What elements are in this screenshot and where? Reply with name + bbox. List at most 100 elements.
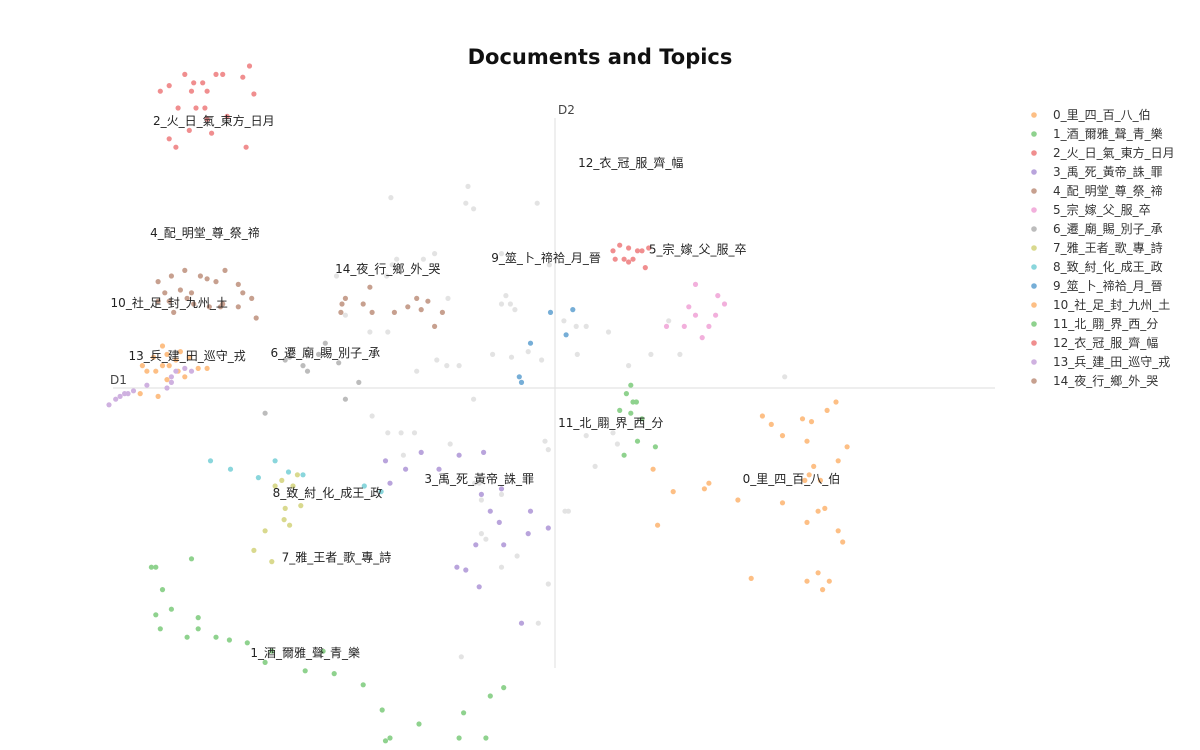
- other-doc-point: [385, 329, 391, 335]
- legend-marker: [1031, 169, 1037, 175]
- cluster-label-5: 5_宗_嫁_父_服_卒: [649, 242, 747, 257]
- legend-label: 11_北_翢_界_西_分: [1053, 317, 1158, 331]
- series-1-point: [159, 587, 166, 593]
- series-14-point: [339, 301, 345, 307]
- other-doc-point: [782, 374, 788, 380]
- other-doc-point: [677, 351, 683, 357]
- series-1-point: [382, 738, 389, 744]
- series-3-point: [456, 452, 462, 458]
- series-3-point: [487, 508, 493, 514]
- cluster-label-12: 12_衣_冠_服_齊_幅: [578, 155, 683, 170]
- legend-label: 7_雅_王者_歌_專_詩: [1053, 240, 1163, 255]
- series-10-point: [159, 343, 166, 349]
- legend-marker: [1031, 188, 1037, 194]
- series-2-point: [213, 71, 219, 77]
- series-1-point: [461, 710, 467, 716]
- series-5-point: [686, 304, 692, 310]
- cluster-labels-layer: 0_里_四_百_八_伯 1_酒_爾雅_聲_青_樂 2_火_日_氣_東方_日月 3_禹_…: [111, 113, 841, 660]
- series-3-point: [403, 466, 409, 472]
- other-doc-point: [562, 508, 568, 514]
- other-doc-point: [503, 293, 509, 299]
- series-0-point: [835, 458, 841, 464]
- axes: D1 D2: [110, 103, 995, 668]
- legend-item-10[interactable]: 10_社_足_封_九州_土: [1031, 297, 1170, 312]
- series-6-point: [300, 363, 306, 369]
- series-0-point: [840, 539, 846, 545]
- legend-label: 9_筮_卜_禘祫_月_晉: [1053, 278, 1163, 293]
- series-12-point: [639, 248, 645, 254]
- series-5-point: [713, 312, 719, 318]
- series-5-point: [681, 323, 687, 329]
- legend-item-11[interactable]: 11_北_翢_界_西_分: [1031, 317, 1158, 331]
- other-doc-point: [542, 438, 548, 444]
- other-doc-point: [420, 256, 426, 262]
- series-12-point: [630, 256, 636, 262]
- series-6-point: [342, 396, 348, 402]
- legend[interactable]: 0_里_四_百_八_伯 1_酒_爾雅_聲_青_樂 2_火_日_氣_東方_日月 3_禹_…: [1031, 107, 1175, 388]
- series-0-point: [768, 421, 774, 427]
- series-14-point: [338, 309, 344, 315]
- series-4-point: [253, 315, 259, 321]
- series-13-point: [122, 391, 128, 397]
- other-doc-point: [342, 312, 348, 318]
- other-doc-point: [561, 318, 567, 324]
- series-0-points: [650, 399, 850, 593]
- other-doc-point: [471, 206, 477, 212]
- series-2-point: [166, 136, 172, 142]
- cluster-label-8: 8_致_紂_化_成王_政: [273, 486, 383, 500]
- cluster-label-10: 10_社_足_封_九州_土: [111, 295, 228, 310]
- series-9-point: [527, 340, 534, 346]
- series-1-point: [195, 615, 201, 621]
- legend-marker: [1031, 283, 1037, 289]
- other-doc-point: [512, 307, 518, 313]
- other-doc-point: [534, 200, 540, 206]
- series-14-point: [367, 284, 373, 290]
- series-1-point: [262, 659, 268, 666]
- legend-item-0[interactable]: 0_里_四_百_八_伯: [1031, 107, 1151, 122]
- series-13-point: [113, 396, 119, 402]
- series-13-point: [182, 365, 188, 371]
- series-4-point: [171, 309, 177, 315]
- other-doc-point: [411, 430, 418, 436]
- series-0-point: [650, 466, 656, 472]
- other-doc-point: [463, 200, 469, 206]
- series-12-point: [610, 248, 616, 254]
- legend-item-6[interactable]: 6_遷_廟_賜_別子_承: [1031, 221, 1163, 236]
- series-2-point: [209, 130, 215, 136]
- series-1-point: [628, 410, 634, 416]
- other-doc-point: [478, 497, 484, 503]
- series-4-point: [162, 290, 168, 296]
- legend-item-4[interactable]: 4_配_明堂_尊_祭_禘: [1031, 183, 1163, 198]
- series-4-points: [155, 267, 259, 321]
- legend-item-8[interactable]: 8_致_紂_化_成王_政: [1031, 260, 1163, 274]
- series-3-point: [501, 542, 507, 548]
- legend-item-12[interactable]: 12_衣_冠_服_齊_幅: [1031, 335, 1158, 350]
- legend-item-13[interactable]: 13_兵_建_田_巡守_戎: [1031, 355, 1170, 369]
- series-4-point: [155, 279, 161, 285]
- other-doc-point: [458, 654, 464, 660]
- other-doc-point: [444, 363, 450, 369]
- series-14-point: [391, 309, 397, 315]
- series-12-point: [621, 256, 627, 262]
- legend-item-2[interactable]: 2_火_日_氣_東方_日月: [1031, 145, 1175, 160]
- series-2-point: [191, 80, 197, 86]
- series-1-point: [331, 671, 337, 677]
- series-9-point: [563, 332, 569, 338]
- series-2-point: [243, 144, 249, 150]
- series-4-point: [222, 267, 228, 273]
- legend-item-14[interactable]: 14_夜_行_鄉_外_哭: [1031, 373, 1158, 388]
- legend-item-3[interactable]: 3_禹_死_黃帝_誅_罪: [1031, 164, 1163, 179]
- other-doc-point: [525, 349, 531, 355]
- legend-label: 14_夜_行_鄉_外_哭: [1053, 373, 1158, 388]
- legend-label: 6_遷_廟_賜_別子_承: [1053, 221, 1163, 236]
- series-0-point: [835, 528, 841, 534]
- legend-item-1[interactable]: 1_酒_爾雅_聲_青_樂: [1031, 126, 1163, 141]
- other-doc-point: [447, 441, 453, 447]
- legend-item-7[interactable]: 7_雅_王者_歌_專_詩: [1031, 240, 1163, 255]
- series-3-point: [418, 449, 424, 455]
- series-0-point: [815, 508, 821, 514]
- legend-item-9[interactable]: 9_筮_卜_禘祫_月_晉: [1031, 278, 1163, 293]
- series-8-point: [227, 466, 234, 472]
- legend-item-5[interactable]: 5_宗_嫁_父_服_卒: [1031, 202, 1151, 217]
- series-0-point: [833, 399, 839, 405]
